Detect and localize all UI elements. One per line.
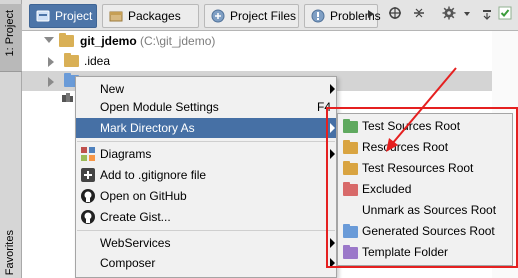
gear-icon[interactable] — [440, 6, 458, 24]
scroll-from-source-icon[interactable] — [386, 6, 404, 24]
problems-icon — [311, 9, 325, 23]
menu-item-add-to-gitignore[interactable]: Add to .gitignore file — [76, 165, 336, 185]
collapse-arrow-icon[interactable] — [48, 77, 54, 87]
project-tool-tab-label: 1: Project — [4, 10, 16, 57]
menu-item-label: Open Module Settings — [100, 100, 219, 114]
tree-row-idea[interactable]: .idea — [22, 51, 492, 71]
tab-project-files[interactable]: Project Files — [204, 4, 299, 28]
menu-item-label: Create Gist... — [100, 210, 171, 224]
folder-icon — [64, 53, 79, 67]
annotation-highlight-box — [326, 107, 518, 268]
left-tool-strip: 1: Project Favorites — [0, 0, 22, 278]
menu-item-label: Add to .gitignore file — [100, 168, 207, 182]
tree-root-name: git_jdemo — [80, 34, 137, 48]
expand-arrow-icon[interactable] — [44, 37, 54, 43]
menu-item-label: Open on GitHub — [100, 189, 187, 203]
more-tabs-icon[interactable] — [362, 6, 380, 24]
project-files-icon — [211, 9, 225, 23]
menu-item-label: New — [100, 82, 125, 96]
github-icon — [81, 189, 95, 203]
menu-item-webservices[interactable]: WebServices — [76, 233, 336, 253]
collapse-all-icon[interactable] — [410, 6, 428, 24]
tab-project-label: Project — [55, 9, 93, 23]
menu-item-create-gist[interactable]: Create Gist... — [76, 207, 336, 227]
favorites-tool-tab-label[interactable]: Favorites — [4, 230, 16, 275]
package-icon — [109, 11, 123, 22]
github-icon — [81, 210, 95, 224]
project-toolbar: Project Packages Project Files Problems — [22, 0, 518, 31]
project-icon — [36, 10, 50, 22]
menu-item-mark-directory-as[interactable]: Mark Directory As — [76, 118, 336, 138]
tab-project-files-label: Project Files — [230, 9, 297, 23]
menu-item-composer[interactable]: Composer — [76, 253, 336, 273]
menu-item-label: Composer — [100, 256, 156, 270]
gitignore-icon — [81, 168, 95, 182]
hide-panel-icon[interactable] — [478, 6, 496, 24]
menu-item-label: Mark Directory As — [100, 121, 195, 135]
module-folder-icon — [59, 33, 74, 47]
submenu-arrow-icon — [330, 84, 335, 94]
context-menu: New Open Module Settings F4 Mark Directo… — [75, 76, 337, 278]
tree-item-label: .idea — [84, 54, 111, 68]
menu-item-diagrams[interactable]: Diagrams — [76, 144, 336, 164]
menu-separator — [77, 141, 335, 142]
tree-root-path: (C:\git_jdemo) — [140, 34, 216, 48]
tab-packages[interactable]: Packages — [102, 4, 199, 28]
menu-item-new[interactable]: New — [76, 79, 336, 99]
status-check-icon — [496, 6, 514, 24]
menu-item-open-on-github[interactable]: Open on GitHub — [76, 186, 336, 206]
project-tool-tab[interactable]: 1: Project — [0, 4, 22, 72]
tree-root-row[interactable]: git_jdemo (C:\git_jdemo) — [22, 31, 492, 51]
external-libraries-icon — [62, 93, 73, 102]
menu-item-open-module-settings[interactable]: Open Module Settings F4 — [76, 97, 336, 117]
menu-item-label: WebServices — [100, 236, 171, 250]
tab-packages-label: Packages — [128, 9, 181, 23]
collapse-arrow-icon[interactable] — [48, 57, 54, 67]
menu-item-label: Diagrams — [100, 147, 152, 161]
menu-separator — [77, 230, 335, 231]
tab-project[interactable]: Project — [29, 4, 97, 28]
gear-dropdown-icon[interactable] — [458, 6, 476, 24]
diagrams-icon — [81, 147, 95, 161]
